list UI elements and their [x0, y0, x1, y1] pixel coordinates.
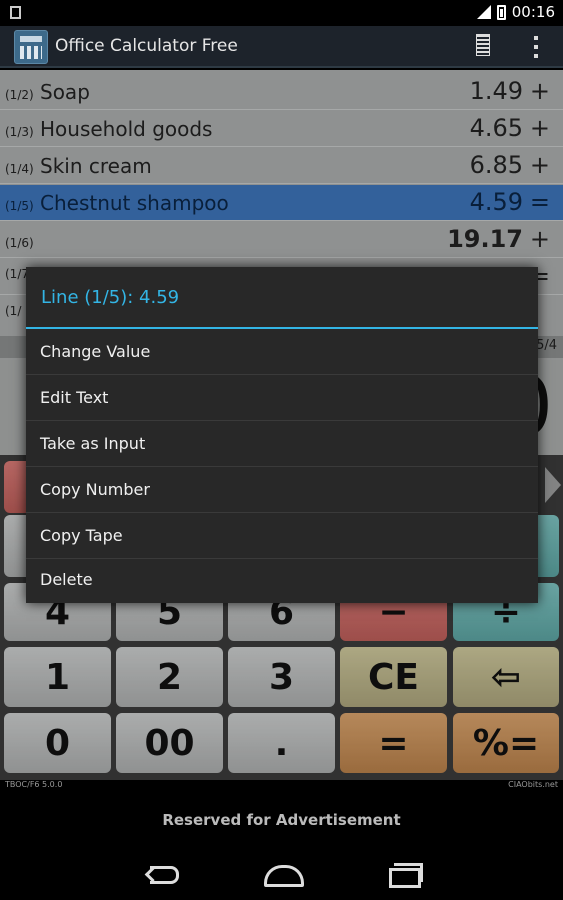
menu-item-change-value[interactable]: Change Value	[26, 329, 538, 375]
menu-item-copy-number[interactable]: Copy Number	[26, 467, 538, 513]
recent-apps-icon[interactable]	[386, 859, 426, 888]
tape-icon[interactable]	[476, 34, 490, 56]
status-time: 00:16	[511, 3, 555, 21]
menu-item-copy-tape[interactable]: Copy Tape	[26, 513, 538, 559]
menu-item-delete[interactable]: Delete	[26, 557, 538, 603]
ad-banner[interactable]: Reserved for Advertisement	[0, 797, 563, 845]
status-right: 00:16	[476, 3, 555, 21]
battery-icon	[496, 4, 506, 20]
brand-label: CIAObits.net	[508, 780, 558, 789]
home-icon[interactable]	[262, 859, 304, 887]
action-bar: Office Calculator Free	[0, 26, 563, 68]
menu-item-take-as-input[interactable]: Take as Input	[26, 421, 538, 467]
back-icon[interactable]	[145, 859, 185, 887]
status-bar: 00:16	[0, 0, 563, 26]
app-title: Office Calculator Free	[55, 36, 238, 56]
menu-item-edit-text[interactable]: Edit Text	[26, 375, 538, 421]
navigation-bar	[0, 845, 563, 900]
overflow-menu-icon[interactable]	[531, 36, 541, 58]
version-label: TBOC/F6 5.0.0	[5, 780, 63, 789]
signal-icon	[476, 5, 491, 19]
notification-icon	[10, 6, 21, 19]
dialog-title: Line (1/5): 4.59	[26, 267, 538, 329]
calculator-app-icon[interactable]	[14, 30, 48, 64]
context-menu-dialog: Line (1/5): 4.59 Change Value Edit Text …	[26, 267, 538, 603]
